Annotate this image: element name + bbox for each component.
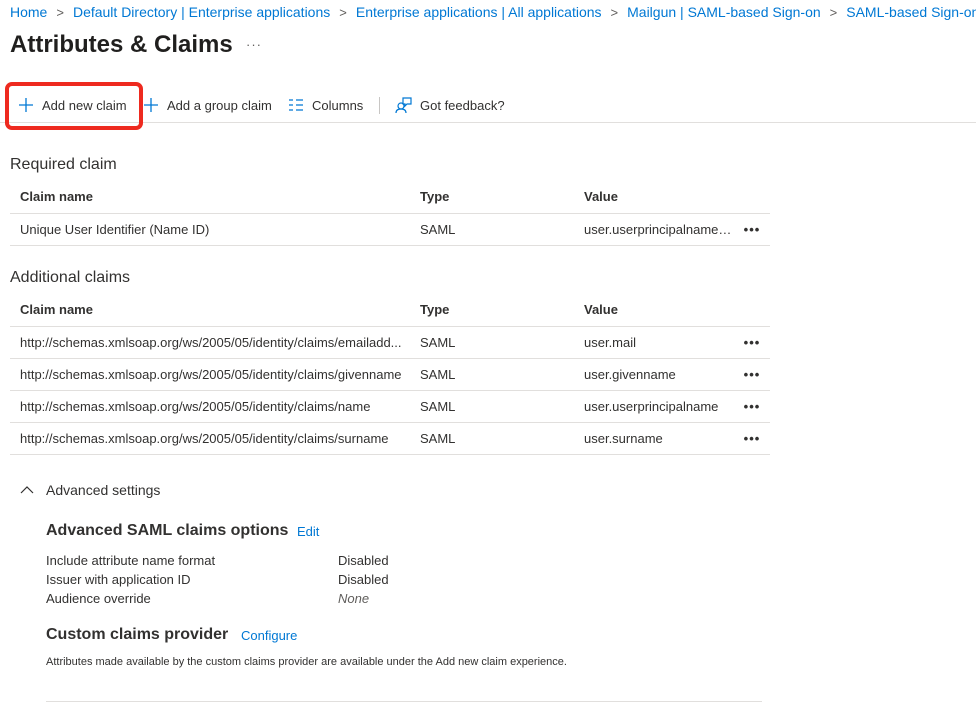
table-row[interactable]: Unique User Identifier (Name ID) SAML us… — [10, 213, 770, 246]
claim-type-cell: SAML — [410, 390, 574, 423]
row-more-icon[interactable]: ••• — [734, 390, 770, 423]
feedback-icon — [395, 96, 412, 113]
claim-type-cell: SAML — [410, 213, 574, 246]
table-row[interactable]: http://schemas.xmlsoap.org/ws/2005/05/id… — [10, 390, 770, 423]
row-more-icon[interactable]: ••• — [734, 213, 770, 246]
columns-button[interactable]: Columns — [288, 88, 363, 122]
claim-name-cell: Unique User Identifier (Name ID) — [10, 213, 410, 246]
divider — [46, 701, 762, 702]
table-row[interactable]: http://schemas.xmlsoap.org/ws/2005/05/id… — [10, 326, 770, 359]
add-group-claim-button[interactable]: Add a group claim — [143, 88, 272, 122]
row-more-icon[interactable]: ••• — [734, 358, 770, 391]
column-header-claim-name[interactable]: Claim name — [10, 293, 410, 327]
table-header-row: Claim name Type Value — [10, 293, 770, 327]
chevron-right-icon: > — [339, 4, 347, 20]
claim-value-cell: user.givenname — [574, 358, 734, 391]
option-value: Disabled — [338, 572, 389, 587]
chevron-right-icon: > — [610, 4, 619, 20]
more-options-icon[interactable]: ··· — [246, 37, 262, 52]
claim-name-cell: http://schemas.xmlsoap.org/ws/2005/05/id… — [10, 326, 410, 359]
table-row[interactable]: http://schemas.xmlsoap.org/ws/2005/05/id… — [10, 358, 770, 391]
edit-saml-options-link[interactable]: Edit — [297, 524, 319, 539]
row-more-icon[interactable]: ••• — [734, 326, 770, 359]
page-title: Attributes & Claims — [10, 31, 233, 58]
configure-provider-link[interactable]: Configure — [241, 628, 297, 643]
option-value: None — [338, 591, 370, 606]
breadcrumb-all-applications[interactable]: Enterprise applications | All applicatio… — [356, 4, 602, 20]
option-label: Issuer with application ID — [46, 572, 191, 587]
column-header-value[interactable]: Value — [574, 180, 734, 214]
advanced-settings-label: Advanced settings — [46, 482, 161, 498]
got-feedback-button[interactable]: Got feedback? — [395, 88, 505, 122]
required-claim-heading: Required claim — [10, 156, 117, 173]
option-value: Disabled — [338, 553, 389, 568]
breadcrumb-saml-sso[interactable]: SAML-based Sign-on — [846, 4, 976, 20]
got-feedback-label: Got feedback? — [420, 97, 505, 113]
claim-name-cell: http://schemas.xmlsoap.org/ws/2005/05/id… — [10, 390, 410, 423]
claim-type-cell: SAML — [410, 422, 574, 455]
table-row[interactable]: http://schemas.xmlsoap.org/ws/2005/05/id… — [10, 422, 770, 455]
claim-name-cell: http://schemas.xmlsoap.org/ws/2005/05/id… — [10, 358, 410, 391]
columns-label: Columns — [312, 97, 364, 113]
breadcrumb-mailgun-sso[interactable]: Mailgun | SAML-based Sign-on — [627, 4, 821, 20]
claim-value-cell: user.surname — [574, 422, 734, 455]
required-claim-table: Claim name Type Value Unique User Identi… — [10, 180, 770, 246]
column-header-type[interactable]: Type — [410, 293, 574, 327]
breadcrumb: Home > Default Directory | Enterprise ap… — [10, 4, 976, 20]
chevron-right-icon: > — [829, 4, 838, 20]
columns-icon — [289, 99, 303, 111]
advanced-saml-options-heading: Advanced SAML claims options — [46, 522, 289, 539]
add-group-claim-label: Add a group claim — [167, 97, 272, 113]
claim-value-cell: user.mail — [574, 326, 734, 359]
command-bar: Add new claim Add a group claim Columns … — [0, 88, 976, 123]
chevron-up-icon — [20, 486, 34, 494]
custom-provider-description: Attributes made available by the custom … — [46, 656, 567, 668]
plus-icon — [144, 98, 158, 112]
claim-value-cell: user.userprincipalname — [574, 390, 734, 423]
chevron-right-icon: > — [56, 4, 64, 20]
claim-name-cell: http://schemas.xmlsoap.org/ws/2005/05/id… — [10, 422, 410, 455]
advanced-settings-toggle[interactable]: Advanced settings — [20, 482, 160, 498]
option-label: Audience override — [46, 591, 151, 606]
option-label: Include attribute name format — [46, 553, 216, 568]
column-header-value[interactable]: Value — [574, 293, 734, 327]
breadcrumb-default-directory[interactable]: Default Directory | Enterprise applicati… — [73, 4, 330, 20]
additional-claims-table: Claim name Type Value http://schemas.xml… — [10, 293, 770, 455]
column-header-actions — [734, 293, 770, 327]
highlight-annotation — [5, 82, 143, 130]
row-more-icon[interactable]: ••• — [734, 422, 770, 455]
column-header-type[interactable]: Type — [410, 180, 574, 214]
claim-type-cell: SAML — [410, 358, 574, 391]
breadcrumb-home[interactable]: Home — [10, 4, 47, 20]
toolbar-divider — [379, 97, 380, 114]
column-header-claim-name[interactable]: Claim name — [10, 180, 410, 214]
custom-claims-provider-heading: Custom claims provider — [46, 626, 229, 643]
table-header-row: Claim name Type Value — [10, 180, 770, 214]
claim-type-cell: SAML — [410, 326, 574, 359]
column-header-actions — [734, 180, 770, 214]
claim-value-cell: user.userprincipalname [... — [574, 213, 734, 246]
additional-claims-heading: Additional claims — [10, 269, 131, 286]
